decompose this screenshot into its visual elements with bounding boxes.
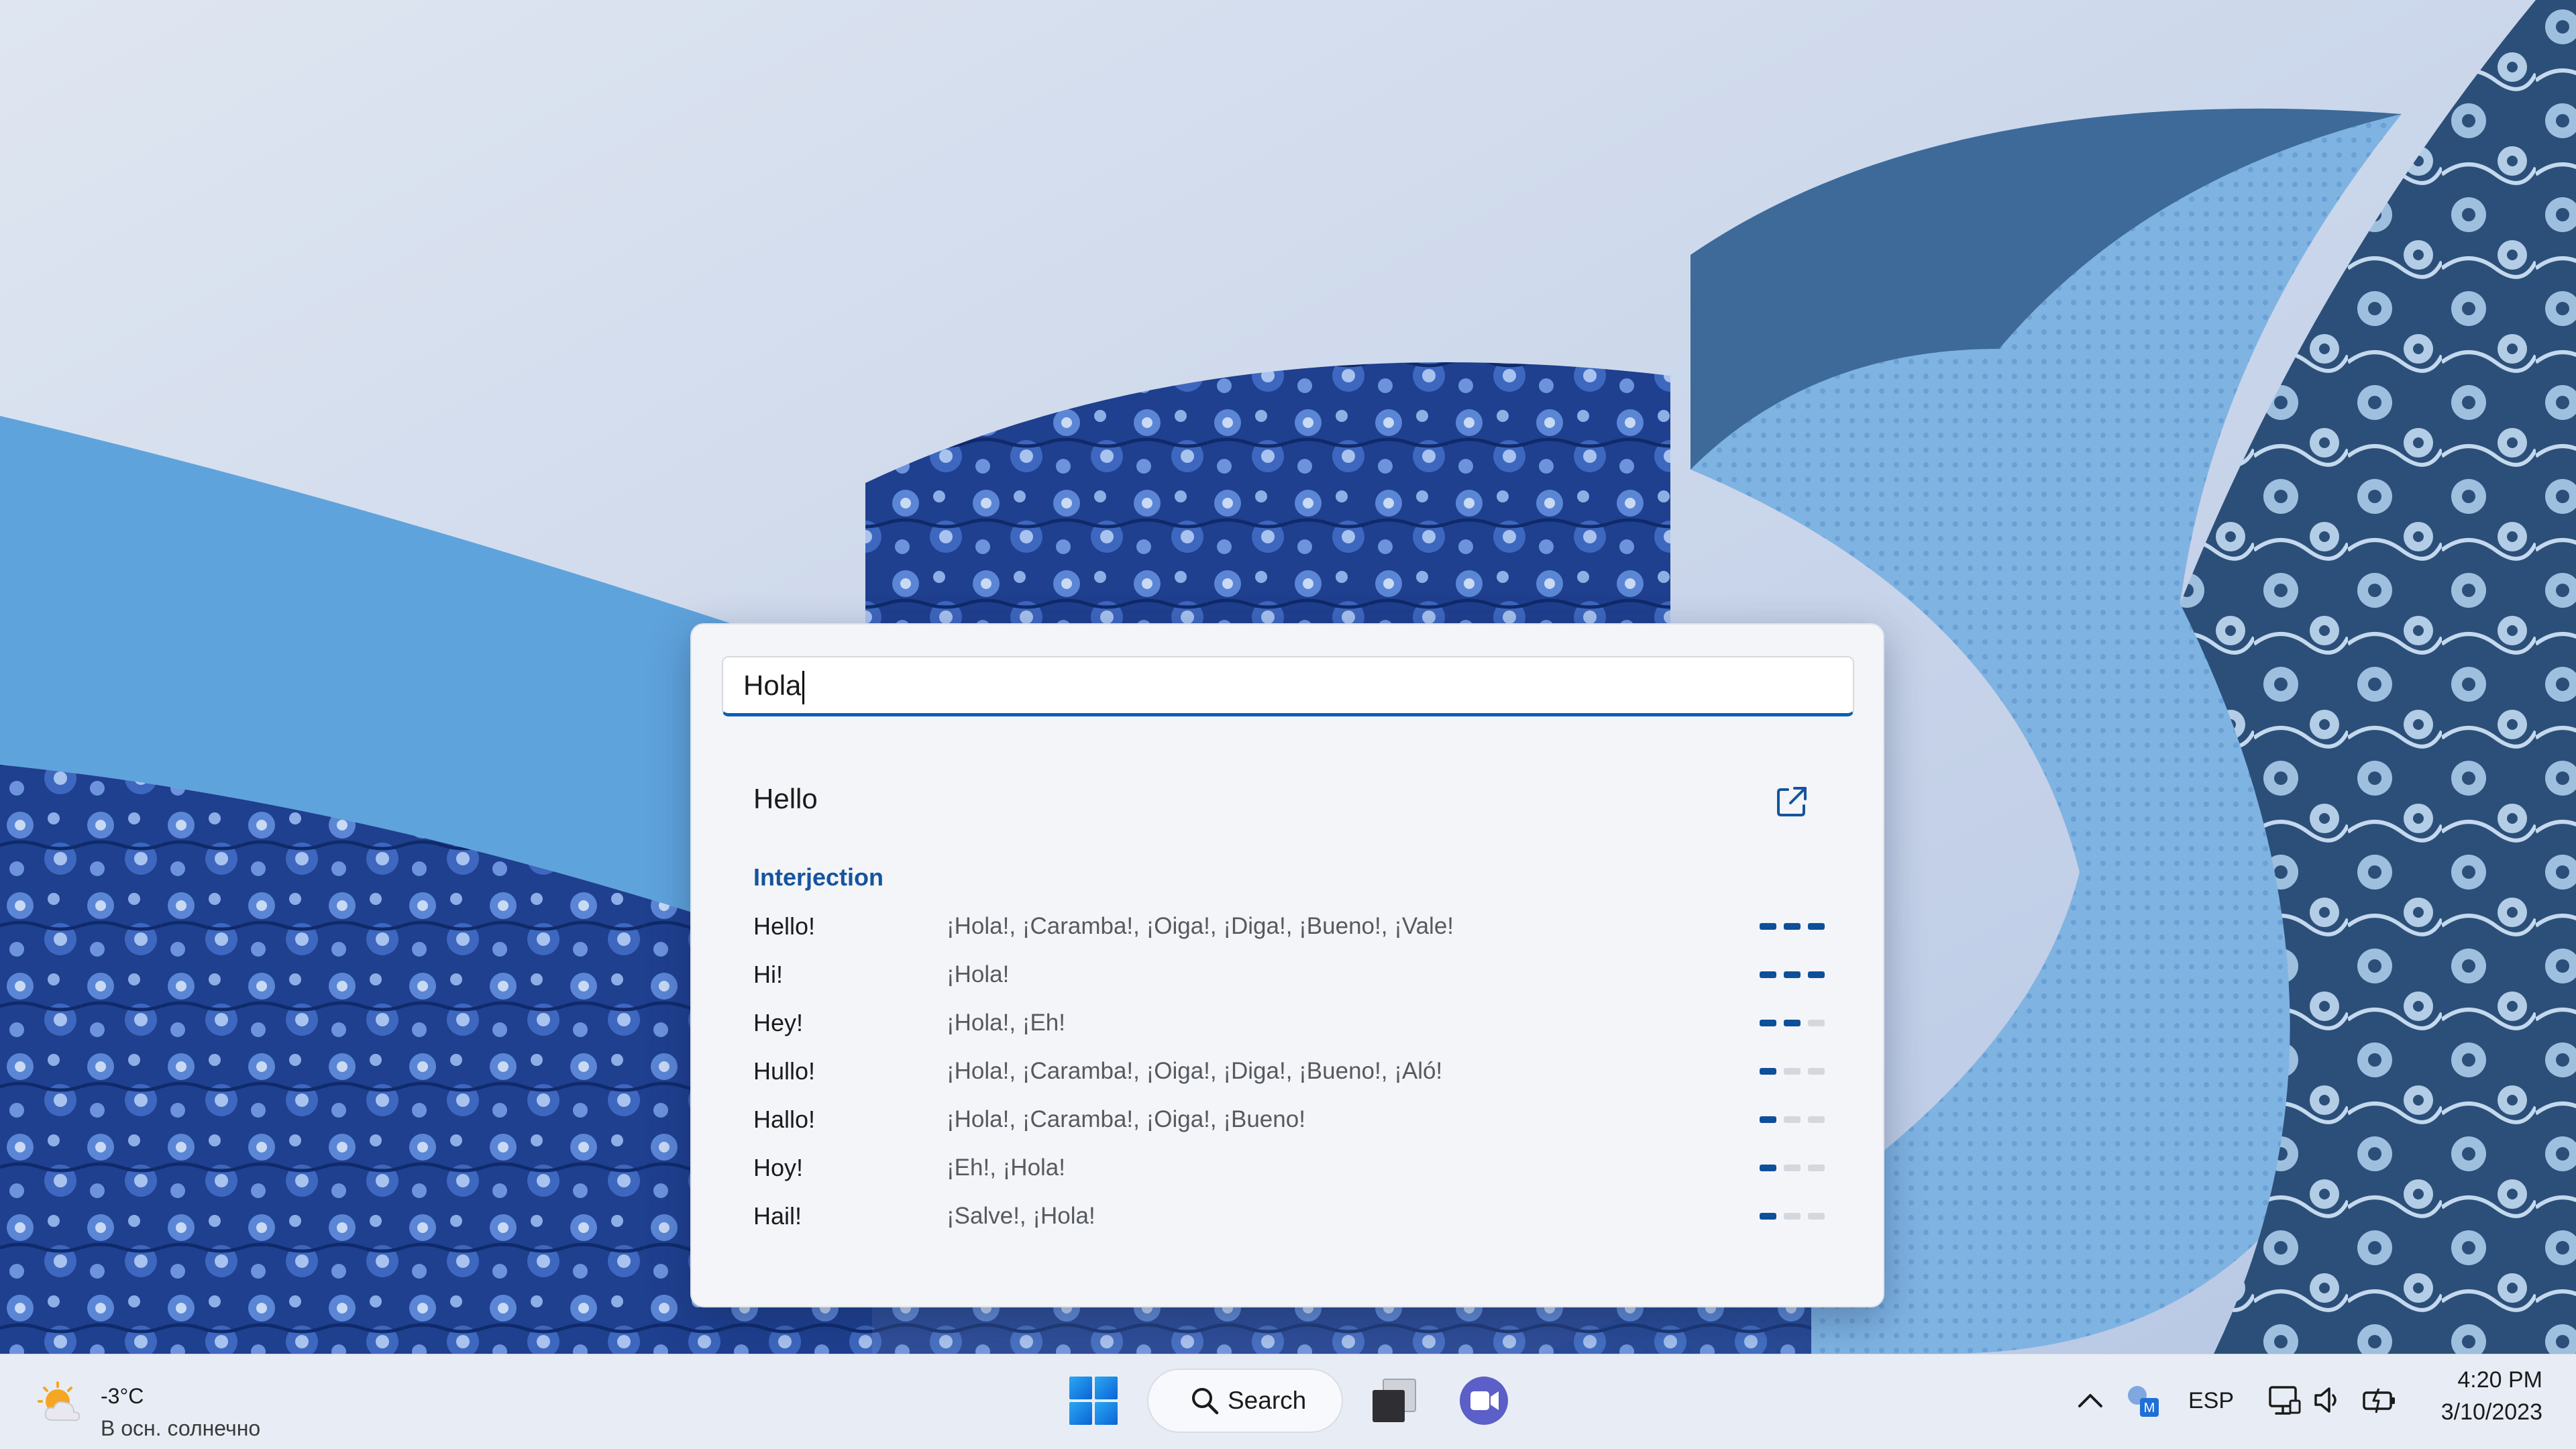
- text-caret: [802, 670, 805, 704]
- network-icon[interactable]: [2265, 1382, 2301, 1418]
- translations: ¡Hola!, ¡Caramba!, ¡Oiga!, ¡Diga!, ¡Buen…: [947, 913, 1454, 939]
- search-input[interactable]: Hola: [722, 656, 1854, 716]
- frequency-bar: [1760, 1165, 1776, 1171]
- clock-time[interactable]: 4:20 PM: [2449, 1367, 2542, 1393]
- frequency-bar: [1808, 1068, 1825, 1075]
- frequency-bar: [1808, 971, 1825, 978]
- translations: ¡Hola!, ¡Caramba!, ¡Oiga!, ¡Diga!, ¡Buen…: [947, 1058, 1443, 1084]
- headword: Hello: [753, 783, 818, 814]
- frequency-indicator: [1760, 1165, 1827, 1171]
- translations: ¡Hola!: [947, 961, 1010, 987]
- translation-row[interactable]: Hello! ¡Hola!, ¡Caramba!, ¡Oiga!, ¡Diga!…: [753, 912, 1847, 960]
- input-language-indicator[interactable]: ESP: [2188, 1381, 2234, 1421]
- term: Hey!: [753, 1009, 804, 1036]
- volume-icon[interactable]: [2312, 1383, 2344, 1417]
- translation-list: Hello! ¡Hola!, ¡Caramba!, ¡Oiga!, ¡Diga!…: [753, 912, 1847, 1250]
- frequency-indicator: [1760, 1020, 1827, 1026]
- taskbar-search-label: Search: [1228, 1387, 1307, 1414]
- translations: ¡Hola!, ¡Eh!: [947, 1010, 1065, 1036]
- term: Hello!: [753, 912, 816, 940]
- weather-temperature: -3°C: [101, 1384, 144, 1408]
- part-of-speech-label: Interjection: [753, 863, 884, 891]
- term: Hail!: [753, 1202, 802, 1230]
- search-icon: [1192, 1388, 1219, 1415]
- clock-date[interactable]: 3/10/2023: [2422, 1399, 2542, 1426]
- frequency-bar: [1784, 1165, 1801, 1171]
- frequency-bar: [1760, 1068, 1776, 1075]
- taskbar-search-button[interactable]: Search: [1147, 1368, 1343, 1433]
- dictionary-flyout: Hola Hello Interjection Hello! ¡Hola!, ¡…: [690, 623, 1884, 1307]
- frequency-bar: [1760, 1213, 1776, 1220]
- frequency-bar: [1760, 1116, 1776, 1123]
- translation-row[interactable]: Hoy! ¡Eh!, ¡Hola!: [753, 1153, 1847, 1201]
- frequency-indicator: [1760, 923, 1827, 930]
- frequency-bar: [1760, 1020, 1776, 1026]
- frequency-bar: [1808, 1116, 1825, 1123]
- frequency-indicator: [1760, 1116, 1827, 1123]
- term: Hoy!: [753, 1154, 804, 1181]
- translation-row[interactable]: Hi! ¡Hola!: [753, 960, 1847, 1008]
- frequency-indicator: [1760, 1068, 1827, 1075]
- translations: ¡Hola!, ¡Caramba!, ¡Oiga!, ¡Bueno!: [947, 1106, 1305, 1132]
- frequency-bar: [1784, 1068, 1801, 1075]
- svg-text:M: M: [2144, 1401, 2155, 1415]
- frequency-bar: [1808, 1165, 1825, 1171]
- frequency-bar: [1784, 1213, 1801, 1220]
- translation-row[interactable]: Hullo! ¡Hola!, ¡Caramba!, ¡Oiga!, ¡Diga!…: [753, 1057, 1847, 1105]
- translation-row[interactable]: Hey! ¡Hola!, ¡Eh!: [753, 1008, 1847, 1057]
- tray-app-icon[interactable]: M: [2124, 1382, 2161, 1419]
- open-external-icon[interactable]: [1773, 783, 1811, 820]
- term: Hi!: [753, 961, 783, 988]
- translations: ¡Salve!, ¡Hola!: [947, 1203, 1095, 1229]
- term: Hullo!: [753, 1057, 816, 1085]
- frequency-bar: [1760, 971, 1776, 978]
- frequency-bar: [1808, 1020, 1825, 1026]
- frequency-bar: [1808, 1213, 1825, 1220]
- frequency-bar: [1760, 923, 1776, 930]
- meet-icon[interactable]: [1457, 1374, 1511, 1428]
- windows-start-icon[interactable]: [1068, 1375, 1119, 1426]
- weather-sun-cloud-icon: [38, 1381, 80, 1421]
- battery-icon[interactable]: [2361, 1383, 2399, 1417]
- frequency-indicator: [1760, 971, 1827, 978]
- frequency-bar: [1784, 971, 1801, 978]
- weather-description: В осн. солнечно: [101, 1416, 261, 1440]
- chevron-up-icon[interactable]: [2073, 1386, 2108, 1415]
- search-input-value: Hola: [743, 669, 802, 701]
- frequency-bar: [1808, 923, 1825, 930]
- frequency-bar: [1784, 1020, 1801, 1026]
- translation-row[interactable]: Hail! ¡Salve!, ¡Hola!: [753, 1201, 1847, 1250]
- translations: ¡Eh!, ¡Hola!: [947, 1155, 1065, 1181]
- task-view-icon[interactable]: [1368, 1375, 1419, 1426]
- term: Hallo!: [753, 1106, 816, 1133]
- frequency-bar: [1784, 1116, 1801, 1123]
- translation-row[interactable]: Hallo! ¡Hola!, ¡Caramba!, ¡Oiga!, ¡Bueno…: [753, 1105, 1847, 1153]
- frequency-bar: [1784, 923, 1801, 930]
- frequency-indicator: [1760, 1213, 1827, 1220]
